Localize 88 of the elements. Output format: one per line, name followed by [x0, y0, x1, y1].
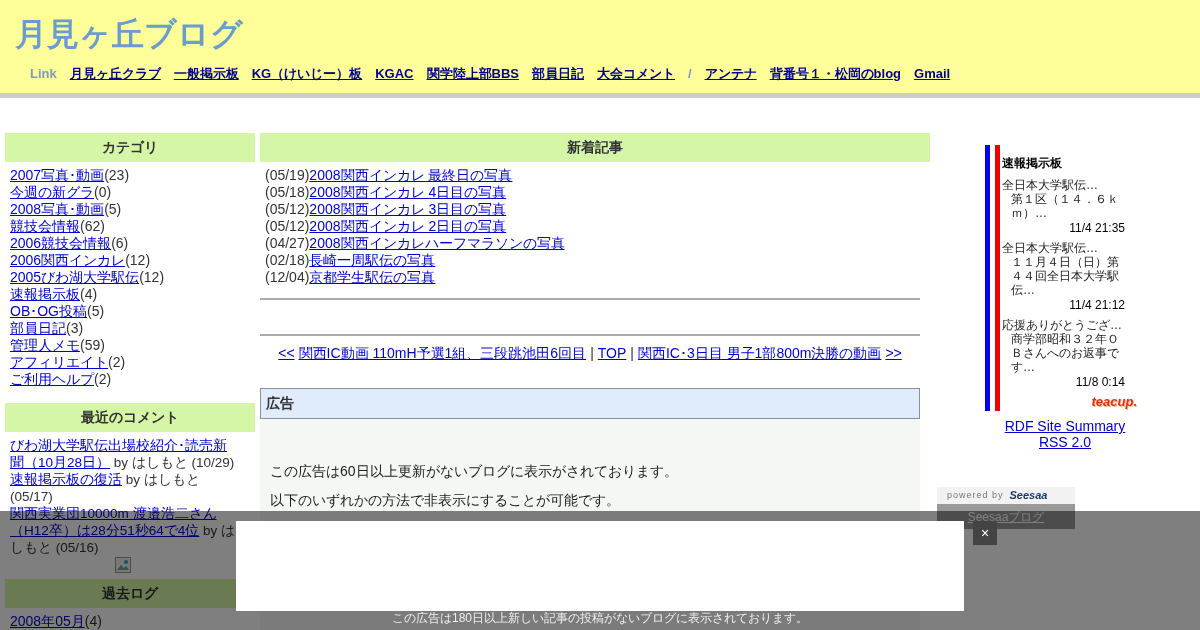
post-date: (02/18)	[265, 252, 310, 268]
post-count: (2)	[94, 371, 112, 387]
widget-title: 速報掲示板	[1002, 155, 1063, 172]
category-link[interactable]: 2005びわ湖大学駅伝	[10, 269, 140, 285]
bbs-post-excerpt: １１月４日（日）第４４回全日本大学駅伝…	[1010, 255, 1120, 297]
bbs-post-title[interactable]: 応援ありがとうござ…	[1002, 318, 1125, 332]
pager-separator: |	[630, 345, 634, 362]
category-link[interactable]: 2006競技会情報	[10, 235, 112, 251]
nav-link[interactable]: アンテナ	[704, 64, 757, 84]
section-header: 新着記事	[260, 133, 930, 162]
nav-link[interactable]: 一般掲示板	[173, 64, 239, 84]
post-link[interactable]: 2008関西インカレ 3日目の写真	[309, 201, 507, 217]
post-link[interactable]: 2008関西インカレ 4日目の写真	[309, 184, 507, 200]
post-count: (6)	[111, 235, 129, 251]
nav-link[interactable]: Gmail	[914, 64, 951, 84]
feed-link[interactable]: RDF Site Summary	[1004, 418, 1126, 434]
bbs-post-time: 11/4 21:12	[1069, 298, 1125, 312]
post-count: (4)	[84, 613, 102, 629]
category-link[interactable]: ご利用ヘルプ	[10, 371, 94, 387]
post-link[interactable]: 長崎一周駅伝の写真	[309, 252, 436, 268]
pager-link[interactable]: >>	[885, 345, 902, 362]
post-count: (5)	[104, 201, 122, 217]
category-link[interactable]: 速報掲示板	[10, 286, 80, 302]
bbs-post-time: 11/4 21:35	[1069, 221, 1125, 235]
nav-link[interactable]: KGAC	[375, 64, 414, 84]
seesaa-logo: Seesaa	[1009, 488, 1048, 504]
bbs-post-title[interactable]: 全日本大学駅伝…	[1002, 178, 1125, 192]
powered-by-text: powered by	[947, 488, 1004, 502]
post-count: (12)	[139, 269, 165, 285]
ad-text: 以下のいずれかの方法で非表示にすることが可能です。	[270, 492, 621, 509]
nav-link[interactable]: 大会コメント	[596, 64, 675, 84]
post-link[interactable]: 京都学生駅伝の写真	[309, 269, 436, 285]
category-link[interactable]: 競技会情報	[10, 218, 80, 234]
post-count: (5)	[87, 303, 105, 319]
category-link[interactable]: 2007写真･動画	[10, 167, 105, 183]
ad-text: この広告は60日以上更新がないブログに表示がされております。	[270, 463, 679, 480]
category-link[interactable]: 2006関西インカレ	[10, 252, 126, 268]
post-count: (23)	[104, 167, 130, 183]
broken-image-icon	[115, 557, 131, 573]
post-date: (12/04)	[265, 269, 310, 285]
nav-link[interactable]: 月見ヶ丘クラブ	[69, 64, 161, 84]
link-label: Link	[30, 65, 57, 83]
feed-link[interactable]: RSS 2.0	[1038, 434, 1092, 450]
category-link[interactable]: 2008写真･動画	[10, 201, 105, 217]
close-button[interactable]: ×	[973, 521, 997, 545]
post-date: (04/27)	[265, 235, 310, 251]
pager-link[interactable]: <<	[278, 345, 295, 362]
post-count: (62)	[80, 218, 105, 234]
nav-link[interactable]: 関学陸上部BBS	[426, 64, 519, 84]
post-link[interactable]: 2008関西インカレ 最終日の写真	[309, 167, 513, 183]
comment-link[interactable]: 速報掲示板の復活 by はしもと (05/17)	[10, 471, 236, 505]
nav-link[interactable]: KG（けいじー）板	[251, 64, 363, 84]
post-date: (05/19)	[265, 167, 310, 183]
bbs-post-excerpt: 商学部昭和３２年ＯＢさんへのお返事です…	[1010, 332, 1120, 374]
teacup-logo[interactable]: teacup.	[1091, 395, 1137, 409]
archive-link[interactable]: 2008年05月	[10, 613, 85, 629]
section-header: 最近のコメント	[5, 403, 255, 432]
pager-link[interactable]: TOP	[597, 345, 627, 362]
category-link[interactable]: 管理人メモ	[10, 337, 80, 353]
section-header: カテゴリ	[5, 133, 255, 162]
ad-header: 広告	[260, 388, 920, 419]
post-count: (59)	[80, 337, 105, 353]
post-link[interactable]: 2008関西インカレハーフマラソンの写真	[309, 235, 565, 251]
ad-notice: この広告は180日以上新しい記事の投稿がないブログに表示されております。	[392, 610, 808, 627]
post-count: (12)	[125, 252, 151, 268]
separator: /	[687, 65, 692, 83]
category-link[interactable]: 今週の新グラ	[10, 184, 94, 200]
bbs-post-excerpt: 第１区（１４．６ｋｍ）…	[1010, 192, 1120, 220]
powered-by-badge[interactable]: powered by Seesaa	[937, 487, 1075, 504]
post-date: (05/12)	[265, 218, 310, 234]
post-date: (05/18)	[265, 184, 310, 200]
category-link[interactable]: 部員日記	[10, 320, 66, 336]
comment-link[interactable]: びわ湖大学駅伝出場校紹介･読売新聞（10月28日） by はしもと (10/29)	[10, 437, 236, 471]
post-count: (3)	[66, 320, 84, 336]
post-count: (4)	[80, 286, 98, 302]
post-link[interactable]: 2008関西インカレ 2日目の写真	[309, 218, 507, 234]
bbs-post-title[interactable]: 全日本大学駅伝…	[1002, 241, 1125, 255]
nav-link[interactable]: 背番号１・松岡のblog	[769, 64, 902, 84]
post-date: (05/12)	[265, 201, 310, 217]
category-link[interactable]: アフィリエイト	[10, 354, 108, 370]
bbs-post-time: 11/8 0:14	[1075, 375, 1125, 389]
post-count: (0)	[94, 184, 112, 200]
category-link[interactable]: OB･OG投稿	[10, 303, 87, 319]
post-count: (2)	[108, 354, 126, 370]
pager-link[interactable]: 関西IC･3日目 男子1部800m決勝の動画	[637, 345, 882, 362]
pager-separator: |	[590, 345, 594, 362]
pager-link[interactable]: 関西IC動画 110mH予選1組、三段跳池田6回目	[298, 345, 587, 362]
nav-link[interactable]: 部員日記	[531, 64, 584, 84]
